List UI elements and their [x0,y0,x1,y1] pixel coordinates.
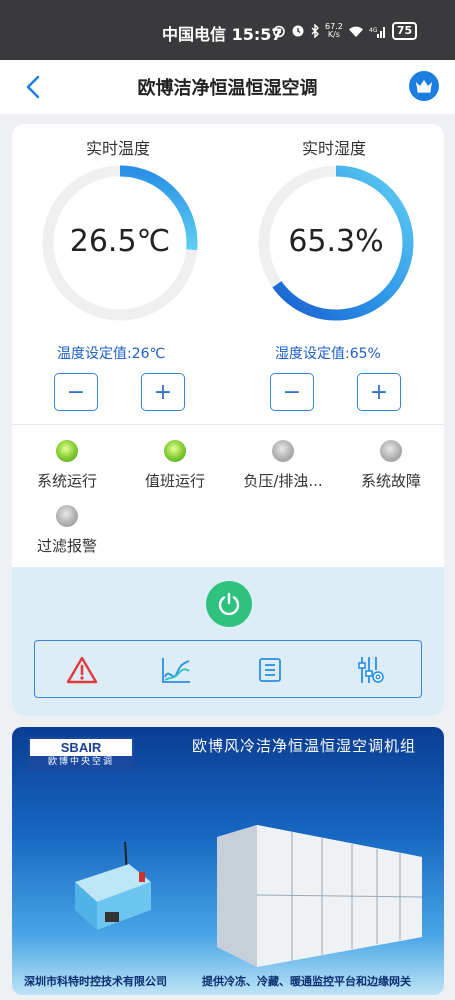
status-filter-alarm: 过滤报警 [12,505,122,556]
signal-4g-icon: 4G [369,26,385,38]
clock-icon [292,25,304,37]
status-led [272,440,294,462]
humidity-value: 65.3% [288,224,384,259]
status-system-fault: 系统故障 [336,440,444,491]
temperature-decrease-button[interactable]: − [54,373,98,411]
trend-chart-button[interactable] [159,653,193,687]
temperature-increase-button[interactable]: + [141,373,185,411]
status-duty-running: 值班运行 [120,440,230,491]
product-banner[interactable]: SBAIR 欧博中央空调 欧博风冷洁净恒温恒湿空调机组 深圳市科特时控技术有限公… [12,727,444,995]
status-led [56,505,78,527]
air-handling-unit-image [217,825,422,967]
power-button[interactable] [206,581,252,627]
banner-headline: 欧博风冷洁净恒温恒湿空调机组 [192,737,417,755]
humidity-setpoint: 湿度设定值:65% [275,346,381,362]
vip-crown-button[interactable] [409,71,439,101]
status-label: 过滤报警 [36,537,97,555]
humidity-decrease-button[interactable]: − [270,373,314,411]
section-divider [12,424,444,425]
status-system-running: 系统运行 [12,440,122,491]
nav-bar: 欧博洁净恒温恒湿空调 [0,60,455,114]
status-led [380,440,402,462]
humidity-increase-button[interactable]: + [357,373,401,411]
status-label: 值班运行 [144,472,205,490]
power-icon [218,592,240,616]
trend-chart-icon [162,658,190,683]
status-label: 负压/排浊... [243,472,323,490]
alarm-icon [66,656,98,684]
brand-logo: SBAIR 欧博中央空调 [28,737,134,771]
main-card: 实时温度 26.5℃ 温度设定值:26℃ − + 实时湿度 65.3% 湿度设定… [12,124,444,716]
control-area [12,567,444,716]
status-negative-pressure: 负压/排浊... [228,440,338,491]
network-speed: 67.2 K/s [325,22,343,39]
banner-company: 深圳市科特时控技术有限公司 [24,975,167,988]
settings-button[interactable] [353,653,387,687]
function-toolbar [34,640,422,698]
page-title: 欧博洁净恒温恒湿空调 [137,78,318,99]
crown-icon [416,80,432,93]
alarm-clock-icon [273,25,285,38]
status-led [56,440,78,462]
temperature-value: 26.5℃ [69,224,171,259]
list-icon [259,658,281,682]
carrier-time: 中国电信 15:57 [162,25,283,44]
alarm-button[interactable] [65,653,99,687]
status-bar: 中国电信 15:57 67.2 K/s 4G 75 [0,0,455,60]
status-label: 系统故障 [360,472,421,490]
status-led [164,440,186,462]
temperature-setpoint: 温度设定值:26℃ [57,346,166,362]
status-label: 系统运行 [36,472,97,490]
status-icons: 67.2 K/s 4G 75 [272,22,418,40]
gateway-device-image [75,842,151,930]
battery-indicator: 75 [391,22,418,40]
temperature-label: 实时温度 [86,139,151,158]
humidity-label: 实时湿度 [302,139,367,158]
settings-sliders-icon [358,657,384,683]
bluetooth-icon [311,24,319,38]
banner-slogan: 提供冷冻、冷藏、暖通监控平台和边缘网关 [202,975,411,988]
wifi-icon [348,26,363,37]
list-button[interactable] [253,653,287,687]
svg-text:4G: 4G [369,27,378,34]
